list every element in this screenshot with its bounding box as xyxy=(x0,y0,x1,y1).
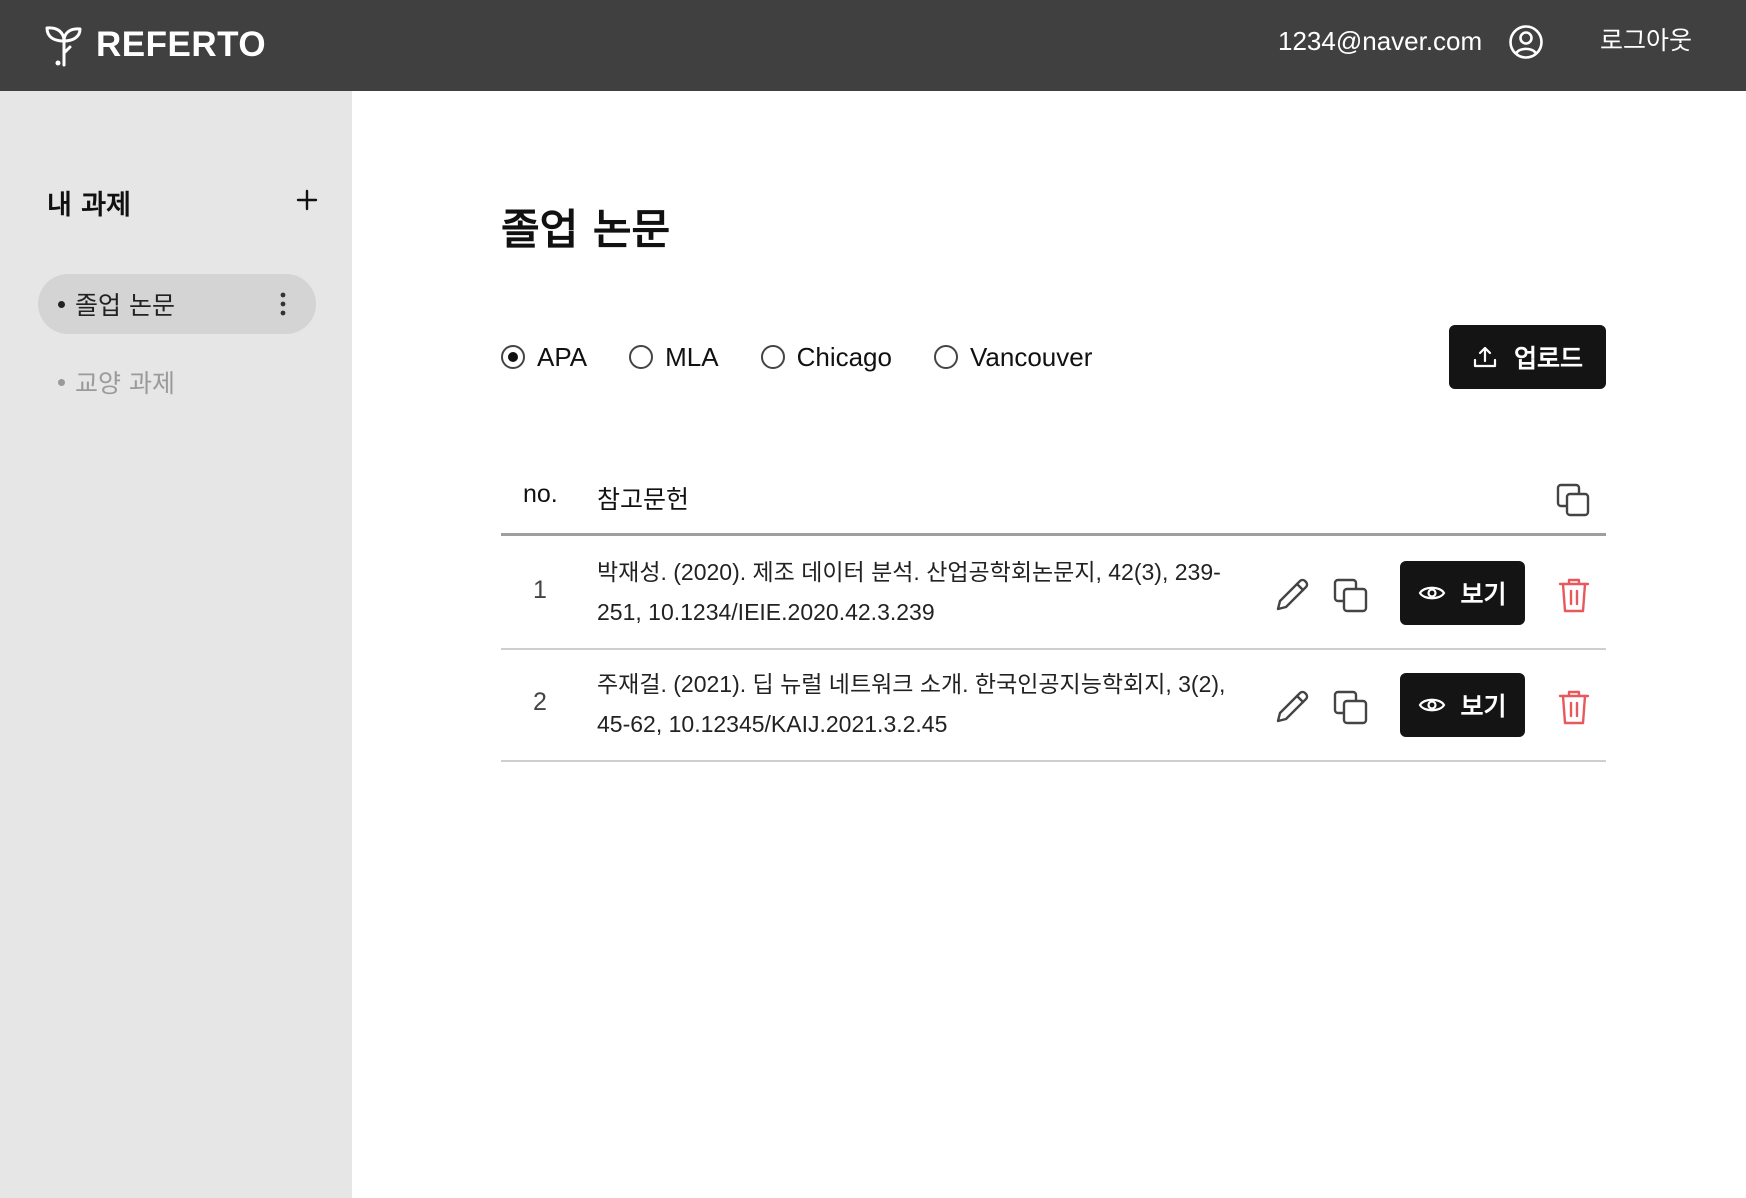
eye-icon xyxy=(1419,586,1446,600)
radio-circle xyxy=(629,345,654,369)
kebab-menu-icon[interactable] xyxy=(280,292,286,316)
pencil-icon[interactable] xyxy=(1273,688,1311,726)
upload-label: 업로드 xyxy=(1513,344,1583,373)
column-header-no: no. xyxy=(523,480,558,508)
pencil-icon[interactable] xyxy=(1273,576,1311,614)
table-row: 1 박재성. (2020). 제조 데이터 분석. 산업공학회논문지, 42(3… xyxy=(501,538,1606,650)
copy-all-icon[interactable] xyxy=(1555,482,1591,518)
bullet-dot xyxy=(58,300,65,308)
user-circle-icon[interactable] xyxy=(1508,24,1544,60)
radio-circle xyxy=(760,345,785,369)
sidebar: 내 과제 졸업 논문 교양 과제 xyxy=(0,91,352,1198)
view-label: 보기 xyxy=(1460,580,1507,609)
brand-logo[interactable]: REFERTO xyxy=(44,22,266,68)
view-label: 보기 xyxy=(1460,692,1507,721)
sidebar-item-label: 졸업 논문 xyxy=(75,291,175,320)
page-title: 졸업 논문 xyxy=(501,205,671,254)
citation-style-group: APA MLA Chicago Vancouver xyxy=(501,338,1134,376)
top-navigation-bar: REFERTO 1234@naver.com 로그아웃 xyxy=(0,0,1746,91)
row-number: 2 xyxy=(533,688,547,716)
radio-circle xyxy=(501,345,525,369)
radio-label: MLA xyxy=(665,341,719,372)
view-button[interactable]: 보기 xyxy=(1400,561,1525,625)
eye-icon xyxy=(1419,698,1446,712)
sidebar-item-label: 교양 과제 xyxy=(75,369,175,398)
radio-apa[interactable]: APA xyxy=(501,342,587,373)
upload-icon xyxy=(1473,346,1497,368)
sidebar-item-graduation-thesis[interactable]: 졸업 논문 xyxy=(38,274,316,334)
plus-icon[interactable] xyxy=(290,183,324,217)
radio-vancouver[interactable]: Vancouver xyxy=(933,341,1093,373)
row-number: 1 xyxy=(533,576,547,604)
radio-circle xyxy=(933,345,958,369)
copy-icon[interactable] xyxy=(1331,688,1369,726)
reference-text: 박재성. (2020). 제조 데이터 분석. 산업공학회논문지, 42(3),… xyxy=(597,559,1221,625)
reference-text: 주재걸. (2021). 딥 뉴럴 네트워크 소개. 한국인공지능학회지, 3(… xyxy=(597,671,1226,737)
column-header-reference: 참고문헌 xyxy=(597,485,690,514)
trash-icon[interactable] xyxy=(1556,576,1592,614)
bullet-dot xyxy=(58,378,65,386)
brand-name: REFERTO xyxy=(96,25,267,64)
radio-label: APA xyxy=(537,341,588,372)
sidebar-item-liberal-arts[interactable]: 교양 과제 xyxy=(38,352,316,412)
radio-label: Vancouver xyxy=(969,341,1093,372)
view-button[interactable]: 보기 xyxy=(1400,673,1525,737)
trash-icon[interactable] xyxy=(1556,688,1592,726)
sidebar-title: 내 과제 xyxy=(47,190,131,221)
radio-label: Chicago xyxy=(796,341,892,372)
sprout-logo-icon xyxy=(45,26,82,67)
user-email: 1234@naver.com xyxy=(1278,26,1483,56)
radio-chicago[interactable]: Chicago xyxy=(760,341,892,373)
upload-button[interactable]: 업로드 xyxy=(1449,325,1606,389)
table-row: 2 주재걸. (2021). 딥 뉴럴 네트워크 소개. 한국인공지능학회지, … xyxy=(501,650,1606,762)
radio-mla[interactable]: MLA xyxy=(629,341,719,373)
logout-button[interactable]: 로그아웃 xyxy=(1600,24,1692,58)
copy-icon[interactable] xyxy=(1331,576,1369,614)
reference-table-header: no. 참고문헌 xyxy=(501,470,1606,536)
